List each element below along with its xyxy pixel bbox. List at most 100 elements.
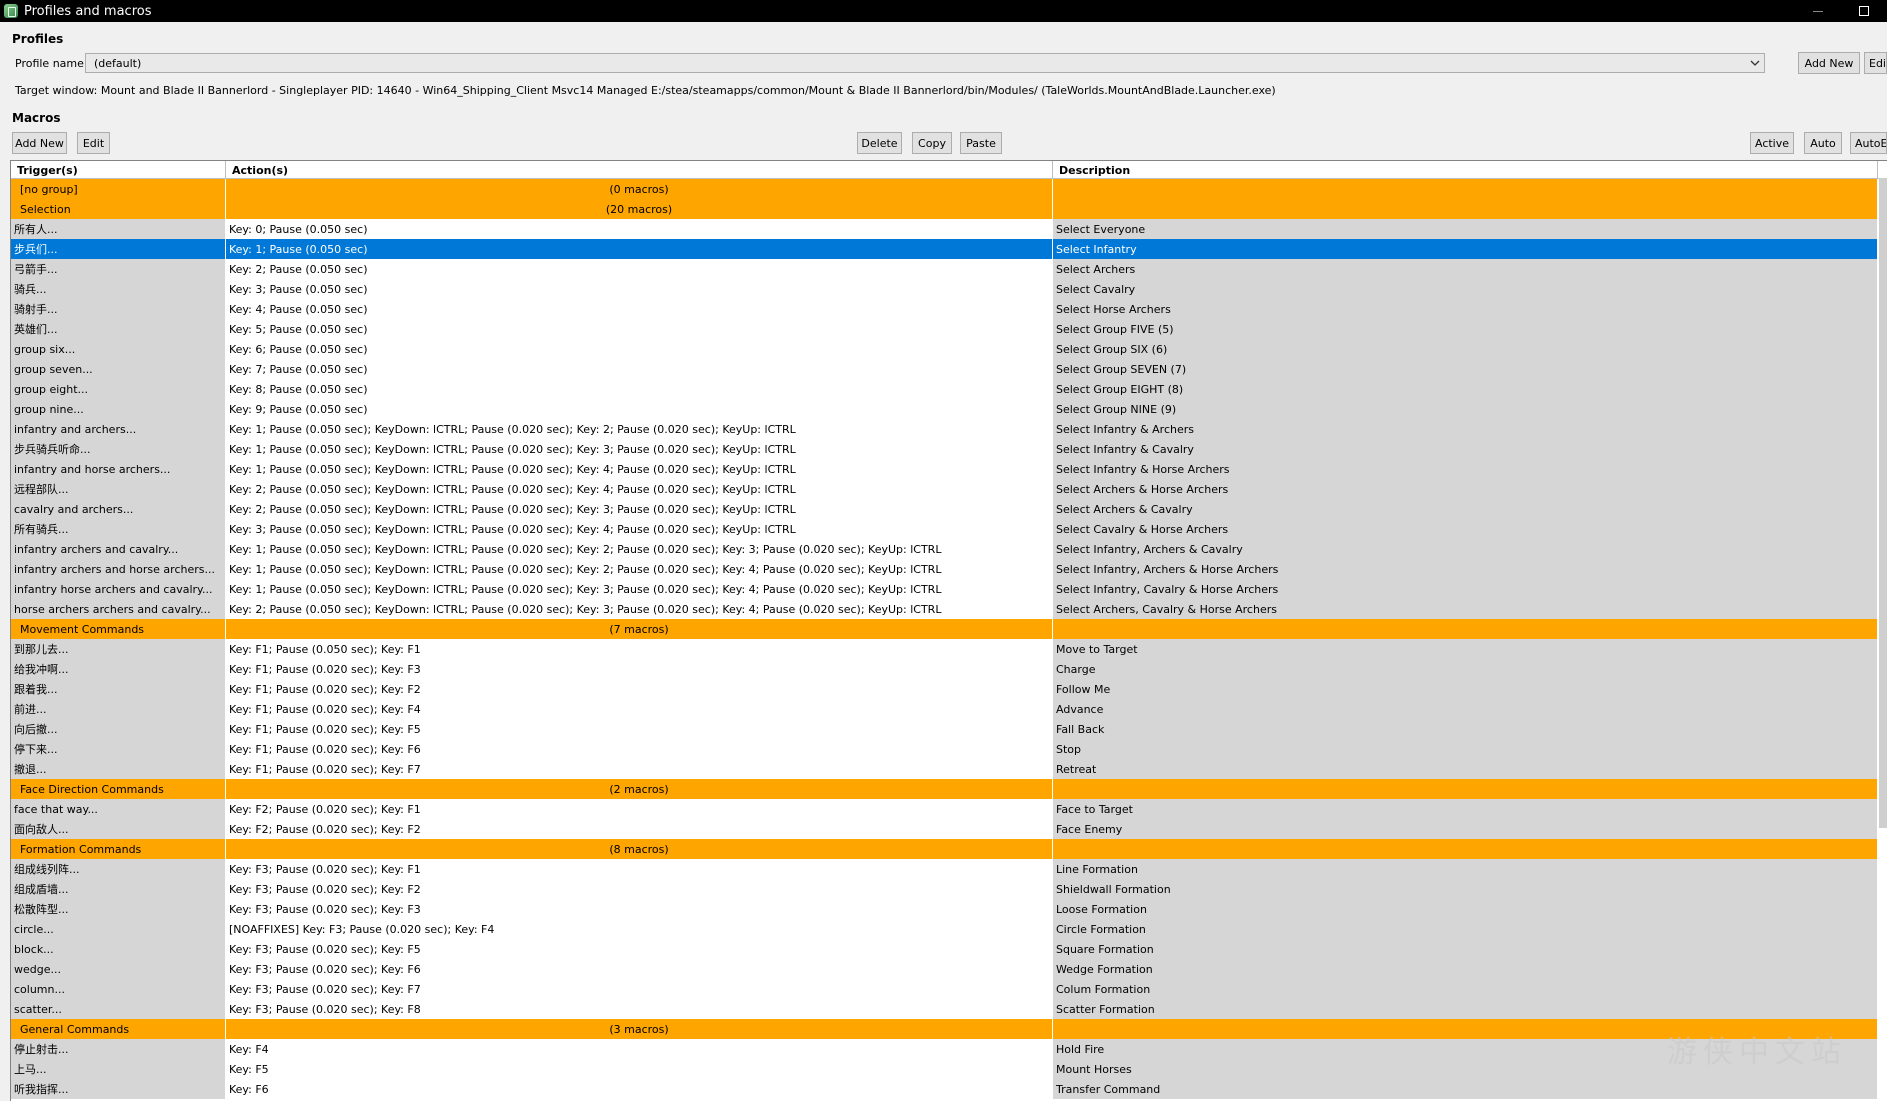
table-row[interactable]: infantry and archers... Key: 1; Pause (0.… (11, 419, 1887, 439)
table-row[interactable]: scatter... Key: F3; Pause (0.020 sec); Ke… (11, 999, 1887, 1019)
table-row[interactable]: 停止射击... Key: F4 Hold Fire (11, 1039, 1887, 1059)
column-header-description[interactable]: Description (1053, 161, 1878, 179)
table-row[interactable]: 向后撤... Key: F1; Pause (0.020 sec); Key: F… (11, 719, 1887, 739)
description-cell: Select Archers & Horse Archers (1053, 479, 1878, 499)
trigger-cell: 弓箭手... (11, 259, 226, 279)
trigger-cell: 骑兵... (11, 279, 226, 299)
action-cell: Key: 3; Pause (0.050 sec); KeyDown: lCTR… (226, 519, 1053, 539)
table-row[interactable]: 步兵骑兵听命... Key: 1; Pause (0.050 sec); KeyD… (11, 439, 1887, 459)
trigger-cell: 听我指挥... (11, 1079, 226, 1099)
table-row[interactable]: column... Key: F3; Pause (0.020 sec); Key… (11, 979, 1887, 999)
action-cell: Key: 2; Pause (0.050 sec); KeyDown: lCTR… (226, 499, 1053, 519)
table-row[interactable]: 跟着我... Key: F1; Pause (0.020 sec); Key: F… (11, 679, 1887, 699)
table-row[interactable]: block... Key: F3; Pause (0.020 sec); Key:… (11, 939, 1887, 959)
edit-macro-button[interactable]: Edit (77, 132, 110, 154)
table-row[interactable]: infantry archers and horse archers... Key… (11, 559, 1887, 579)
trigger-cell: Formation Commands (11, 839, 226, 859)
table-row[interactable]: circle... [NOAFFIXES] Key: F3; Pause (0.0… (11, 919, 1887, 939)
table-row[interactable]: group six... Key: 6; Pause (0.050 sec) Sel… (11, 339, 1887, 359)
table-row[interactable]: 骑兵... Key: 3; Pause (0.050 sec) Select Cav… (11, 279, 1887, 299)
description-cell: Select Archers (1053, 259, 1878, 279)
description-cell: Retreat (1053, 759, 1878, 779)
trigger-cell: Selection (11, 199, 226, 219)
table-row[interactable]: 组成线列阵... Key: F3; Pause (0.020 sec); Key:… (11, 859, 1887, 879)
table-row[interactable]: face that way... Key: F2; Pause (0.020 se… (11, 799, 1887, 819)
edit-profile-button[interactable]: Edi (1864, 52, 1887, 74)
maximize-button[interactable] (1841, 0, 1887, 22)
table-row[interactable]: 步兵们... Key: 1; Pause (0.050 sec) Select In… (11, 239, 1887, 259)
app-icon (4, 4, 18, 18)
description-cell: Select Cavalry & Horse Archers (1053, 519, 1878, 539)
table-row[interactable]: 所有人... Key: 0; Pause (0.050 sec) Select Ev… (11, 219, 1887, 239)
table-row[interactable]: 面向敌人... Key: F2; Pause (0.020 sec); Key: … (11, 819, 1887, 839)
macros-section-title: Macros (12, 111, 61, 125)
description-cell (1053, 179, 1878, 199)
column-header-action[interactable]: Action(s) (226, 161, 1053, 179)
column-header-trigger[interactable]: Trigger(s) (11, 161, 226, 179)
group-row[interactable]: Movement Commands (7 macros) (11, 619, 1887, 639)
autoex-button[interactable]: AutoEx (1850, 132, 1887, 154)
profile-name-dropdown[interactable]: (default) (85, 53, 1765, 73)
table-row[interactable]: infantry and horse archers... Key: 1; Pau… (11, 459, 1887, 479)
trigger-cell: [no group] (11, 179, 226, 199)
table-row[interactable]: 骑射手... Key: 4; Pause (0.050 sec) Select Ho… (11, 299, 1887, 319)
maximize-icon (1859, 6, 1869, 16)
group-row[interactable]: Face Direction Commands (2 macros) (11, 779, 1887, 799)
trigger-cell: infantry horse archers and cavalry... (11, 579, 226, 599)
active-button[interactable]: Active (1750, 132, 1794, 154)
add-new-macro-button[interactable]: Add New (12, 132, 67, 154)
group-row[interactable]: Formation Commands (8 macros) (11, 839, 1887, 859)
table-row[interactable]: wedge... Key: F3; Pause (0.020 sec); Key:… (11, 959, 1887, 979)
trigger-cell: circle... (11, 919, 226, 939)
table-row[interactable]: 远程部队... Key: 2; Pause (0.050 sec); KeyDow… (11, 479, 1887, 499)
add-new-profile-button[interactable]: Add New (1798, 52, 1860, 74)
description-cell: Select Group FIVE (5) (1053, 319, 1878, 339)
action-cell: Key: 5; Pause (0.050 sec) (226, 319, 1053, 339)
paste-macro-button[interactable]: Paste (960, 132, 1002, 154)
auto-button[interactable]: Auto (1804, 132, 1842, 154)
group-row[interactable]: Selection (20 macros) (11, 199, 1887, 219)
table-row[interactable]: 到那儿去... Key: F1; Pause (0.050 sec); Key: … (11, 639, 1887, 659)
table-row[interactable]: 听我指挥... Key: F6 Transfer Command (11, 1079, 1887, 1099)
table-row[interactable]: infantry archers and cavalry... Key: 1; P… (11, 539, 1887, 559)
delete-macro-button[interactable]: Delete (857, 132, 902, 154)
table-row[interactable]: 英雄们... Key: 5; Pause (0.050 sec) Select Gr… (11, 319, 1887, 339)
minimize-button[interactable] (1795, 0, 1841, 22)
vertical-scrollbar[interactable] (1879, 178, 1887, 828)
table-row[interactable]: 前进... Key: F1; Pause (0.020 sec); Key: F4… (11, 699, 1887, 719)
table-row[interactable]: group seven... Key: 7; Pause (0.050 sec) S… (11, 359, 1887, 379)
action-cell: Key: F5 (226, 1059, 1053, 1079)
table-row[interactable]: 给我冲啊... Key: F1; Pause (0.020 sec); Key: … (11, 659, 1887, 679)
trigger-cell: 步兵骑兵听命... (11, 439, 226, 459)
action-cell: Key: F3; Pause (0.020 sec); Key: F7 (226, 979, 1053, 999)
trigger-cell: 给我冲啊... (11, 659, 226, 679)
table-row[interactable]: infantry horse archers and cavalry... Key… (11, 579, 1887, 599)
description-cell: Face Enemy (1053, 819, 1878, 839)
table-row[interactable]: group eight... Key: 8; Pause (0.050 sec) S… (11, 379, 1887, 399)
table-row[interactable]: 所有骑兵... Key: 3; Pause (0.050 sec); KeyDow… (11, 519, 1887, 539)
action-cell: Key: 9; Pause (0.050 sec) (226, 399, 1053, 419)
table-row[interactable]: 组成盾墙... Key: F3; Pause (0.020 sec); Key: … (11, 879, 1887, 899)
action-cell: Key: F3; Pause (0.020 sec); Key: F8 (226, 999, 1053, 1019)
description-cell: Select Group SIX (6) (1053, 339, 1878, 359)
table-row[interactable]: 撤退... Key: F1; Pause (0.020 sec); Key: F7… (11, 759, 1887, 779)
table-row[interactable]: 松散阵型... Key: F3; Pause (0.020 sec); Key: … (11, 899, 1887, 919)
table-header: Trigger(s) Action(s) Description (11, 161, 1887, 179)
copy-macro-button[interactable]: Copy (912, 132, 952, 154)
action-cell: Key: 4; Pause (0.050 sec) (226, 299, 1053, 319)
chevron-down-icon (1750, 60, 1760, 66)
description-cell: Wedge Formation (1053, 959, 1878, 979)
group-row[interactable]: General Commands (3 macros) (11, 1019, 1887, 1039)
table-row[interactable]: 弓箭手... Key: 2; Pause (0.050 sec) Select Ar… (11, 259, 1887, 279)
action-cell: Key: F6 (226, 1079, 1053, 1099)
trigger-cell: General Commands (11, 1019, 226, 1039)
description-cell: Loose Formation (1053, 899, 1878, 919)
description-cell: Select Group EIGHT (8) (1053, 379, 1878, 399)
table-row[interactable]: 上马... Key: F5 Mount Horses (11, 1059, 1887, 1079)
table-row[interactable]: group nine... Key: 9; Pause (0.050 sec) Se… (11, 399, 1887, 419)
table-row[interactable]: horse archers archers and cavalry... Key:… (11, 599, 1887, 619)
table-row[interactable]: cavalry and archers... Key: 2; Pause (0.0… (11, 499, 1887, 519)
trigger-cell: 跟着我... (11, 679, 226, 699)
table-row[interactable]: 停下来... Key: F1; Pause (0.020 sec); Key: F… (11, 739, 1887, 759)
group-row[interactable]: [no group] (0 macros) (11, 179, 1887, 199)
